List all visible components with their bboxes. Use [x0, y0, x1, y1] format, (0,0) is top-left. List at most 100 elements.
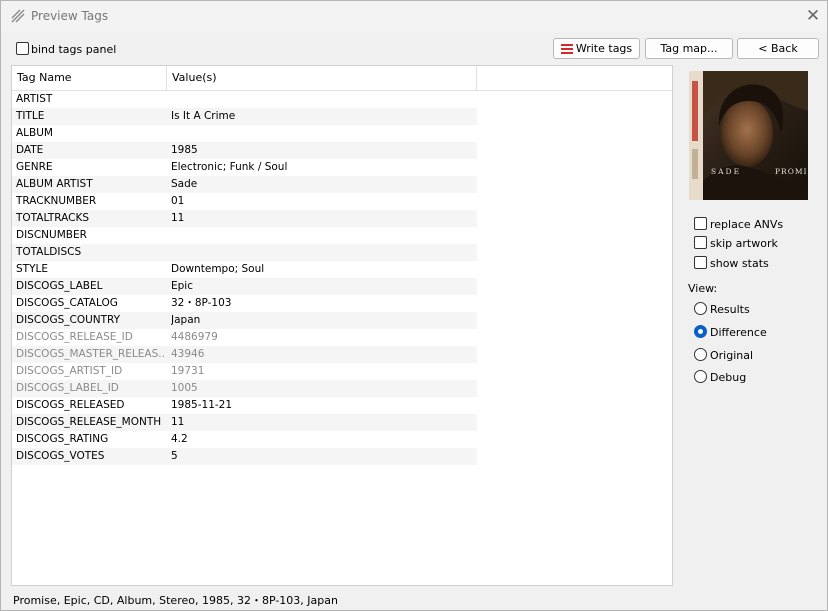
- tag-name-cell: DISCOGS_RELEASE_ID: [16, 331, 133, 343]
- table-row[interactable]: DISCNUMBER: [12, 227, 477, 244]
- skip-artwork-label: skip artwork: [710, 237, 778, 250]
- write-tags-button[interactable]: Write tags: [553, 38, 640, 59]
- status-bar: Promise, Epic, CD, Album, Stereo, 1985, …: [1, 589, 827, 610]
- table-row[interactable]: ALBUM ARTIST Sade: [12, 176, 477, 193]
- tag-name-cell: DISCOGS_ARTIST_ID: [16, 365, 123, 377]
- replace-anvs-label: replace ANVs: [710, 218, 784, 231]
- tag-name-cell: ARTIST: [16, 93, 53, 105]
- tag-value-cell: 11: [171, 416, 185, 428]
- tag-name-cell: DISCOGS_RELEASED: [16, 399, 125, 411]
- table-row[interactable]: DISCOGS_RELEASE_ID 4486979: [12, 329, 477, 346]
- menu-icon: [560, 43, 573, 54]
- status-text: Promise, Epic, CD, Album, Stereo, 1985, …: [13, 594, 338, 607]
- table-row[interactable]: STYLE Downtempo; Soul: [12, 261, 477, 278]
- table-row[interactable]: GENRE Electronic; Funk / Soul: [12, 159, 477, 176]
- tag-value-cell: 11: [171, 212, 185, 224]
- skip-artwork-checkbox[interactable]: [694, 236, 707, 249]
- tag-name-cell: DISCNUMBER: [16, 229, 87, 241]
- view-debug-label: Debug: [710, 371, 747, 384]
- album-artwork: SADE PROMI: [689, 71, 808, 200]
- show-stats-label: show stats: [710, 257, 769, 270]
- table-row[interactable]: DISCOGS_ARTIST_ID 19731: [12, 363, 477, 380]
- tag-value-cell: Is It A Crime: [171, 110, 236, 122]
- close-icon[interactable]: ✕: [801, 5, 825, 27]
- table-body: ARTIST TITLE Is It A Crime ALBUM DATE 1985 GEN…: [12, 91, 672, 465]
- window-title: Preview Tags: [31, 9, 109, 23]
- table-row[interactable]: DISCOGS_LABEL_ID 1005: [12, 380, 477, 397]
- tag-name-cell: TOTALTRACKS: [16, 212, 90, 224]
- tag-name-cell: DISCOGS_RELEASE_MONTH: [16, 416, 162, 428]
- view-difference-radio[interactable]: [694, 325, 707, 338]
- tag-table[interactable]: Tag Name Value(s) ARTIST TITLE Is It A Cri…: [11, 65, 673, 586]
- artwork-artist-text: SADE: [711, 167, 741, 176]
- tag-name-cell: DISCOGS_RATING: [16, 433, 109, 445]
- tag-value-cell: [171, 125, 471, 142]
- table-row[interactable]: TOTALTRACKS 11: [12, 210, 477, 227]
- back-button[interactable]: < Back: [737, 38, 819, 59]
- table-row[interactable]: TITLE Is It A Crime: [12, 108, 477, 125]
- show-stats-checkbox[interactable]: [694, 256, 707, 269]
- table-row[interactable]: DISCOGS_RELEASED 1985-11-21: [12, 397, 477, 414]
- view-original-radio[interactable]: [694, 348, 707, 361]
- view-results-radio[interactable]: [694, 302, 707, 315]
- view-results-label: Results: [710, 303, 750, 316]
- tag-map-button[interactable]: Tag map...: [645, 38, 733, 59]
- table-row[interactable]: TOTALDISCS: [12, 244, 477, 261]
- tag-name-cell: DISCOGS_LABEL: [16, 280, 103, 292]
- table-row[interactable]: DISCOGS_CATALOG 32・8P-103: [12, 295, 477, 312]
- table-row[interactable]: ARTIST: [12, 91, 477, 108]
- table-row[interactable]: DISCOGS_LABEL Epic: [12, 278, 477, 295]
- table-row[interactable]: DISCOGS_RELEASE_MONTH 11: [12, 414, 477, 431]
- app-icon: [11, 9, 25, 23]
- tag-value-cell: 19731: [171, 365, 205, 377]
- bind-tags-panel-checkbox[interactable]: [16, 42, 29, 55]
- tag-value-cell: 43946: [171, 348, 205, 360]
- table-row[interactable]: DISCOGS_RATING 4.2: [12, 431, 477, 448]
- preview-tags-window: Preview Tags ✕ bind tags panel Write tag…: [0, 0, 828, 611]
- column-header-tag-name[interactable]: Tag Name: [12, 66, 167, 90]
- tag-name-cell: ALBUM ARTIST: [16, 178, 93, 190]
- view-debug-radio[interactable]: [694, 370, 707, 383]
- table-header: Tag Name Value(s): [12, 66, 672, 91]
- table-row[interactable]: DATE 1985: [12, 142, 477, 159]
- tag-name-cell: STYLE: [16, 263, 48, 275]
- tag-value-cell: 4.2: [171, 433, 188, 445]
- tag-value-cell: 1005: [171, 382, 198, 394]
- view-difference-label: Difference: [710, 326, 767, 339]
- tag-value-cell: 5: [171, 450, 178, 462]
- tag-value-cell: Japan: [171, 314, 201, 326]
- tag-name-cell: TRACKNUMBER: [16, 195, 97, 207]
- tag-name-cell: TOTALDISCS: [16, 246, 82, 258]
- table-row[interactable]: DISCOGS_VOTES 5: [12, 448, 477, 465]
- write-tags-label: Write tags: [575, 42, 633, 55]
- table-row[interactable]: DISCOGS_COUNTRY Japan: [12, 312, 477, 329]
- tag-name-cell: DISCOGS_LABEL_ID: [16, 382, 119, 394]
- tag-value-cell: Downtempo; Soul: [171, 263, 265, 275]
- tag-name-cell: DISCOGS_VOTES: [16, 450, 105, 462]
- view-original-label: Original: [710, 349, 754, 362]
- title-bar: Preview Tags ✕: [1, 1, 827, 32]
- artwork-title-text: PROMI: [775, 167, 807, 176]
- table-row[interactable]: ALBUM: [12, 125, 477, 142]
- view-label: View:: [688, 282, 718, 295]
- tag-name-cell: DATE: [16, 144, 44, 156]
- tag-value-cell: 32・8P-103: [171, 297, 232, 309]
- tag-name-cell: ALBUM: [16, 127, 53, 139]
- tag-value-cell: 4486979: [171, 331, 218, 343]
- bind-tags-panel-label: bind tags panel: [31, 43, 117, 56]
- tag-value-cell: [171, 244, 471, 261]
- tag-value-cell: [171, 227, 471, 244]
- tag-name-cell: GENRE: [16, 161, 53, 173]
- table-row[interactable]: TRACKNUMBER 01: [12, 193, 477, 210]
- tag-value-cell: Epic: [171, 280, 193, 292]
- tag-value-cell: Electronic; Funk / Soul: [171, 161, 288, 173]
- tag-value-cell: [171, 91, 471, 108]
- replace-anvs-checkbox[interactable]: [694, 217, 707, 230]
- tag-value-cell: Sade: [171, 178, 198, 190]
- tag-name-cell: DISCOGS_COUNTRY: [16, 314, 121, 326]
- tag-name-cell: TITLE: [16, 110, 45, 122]
- tag-value-cell: 1985: [171, 144, 198, 156]
- table-row[interactable]: DISCOGS_MASTER_RELEAS... 43946: [12, 346, 477, 363]
- column-header-values[interactable]: Value(s): [167, 66, 477, 90]
- tag-name-cell: DISCOGS_CATALOG: [16, 297, 118, 309]
